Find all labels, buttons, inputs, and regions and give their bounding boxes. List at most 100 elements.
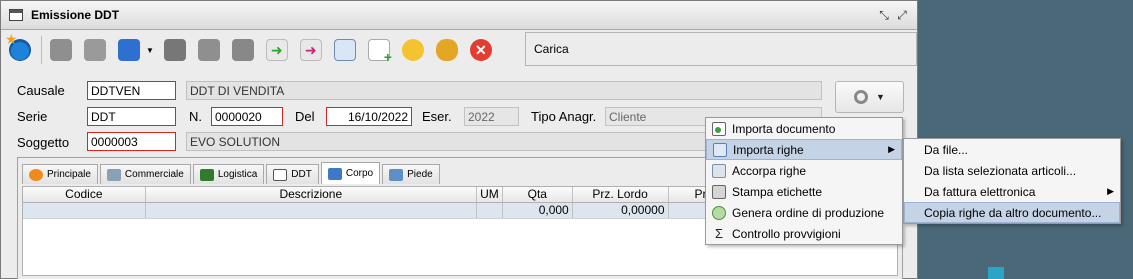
card-button[interactable] (330, 35, 360, 65)
submenu-arrow-icon: ▶ (888, 144, 895, 154)
cell-descrizione[interactable] (146, 203, 477, 218)
menu-item-label: Importa righe (733, 142, 804, 157)
tab-label: Commerciale (124, 169, 184, 180)
esercizio-label: Eser. (422, 109, 452, 124)
menu-item-stampa-etichette[interactable]: Stampa etichette (706, 181, 902, 202)
restore-icon[interactable]: ⤡ (877, 8, 891, 22)
numero-label: N. (189, 109, 202, 124)
tab-label: Principale (47, 169, 91, 180)
tools-icon (106, 168, 121, 181)
serie-field[interactable]: DDT (87, 107, 176, 126)
esercizio-field: 2022 (464, 107, 519, 126)
numero-field[interactable]: 0000020 (211, 107, 283, 126)
serie-label: Serie (17, 109, 48, 124)
delete-button[interactable] (160, 35, 190, 65)
column-header-prz-lordo[interactable]: Prz. Lordo (573, 187, 669, 202)
submenu-item-da-fattura-elettronica[interactable]: Da fattura elettronica ▶ (904, 181, 1120, 202)
column-header-descrizione[interactable]: Descrizione (146, 187, 477, 202)
causale-description-field: DDT DI VENDITA (186, 81, 822, 100)
window-icon (9, 9, 23, 21)
column-header-um[interactable]: UM (477, 187, 503, 202)
data-label: Del (295, 109, 315, 124)
tab-principale[interactable]: Principale (22, 164, 98, 184)
column-header-qta[interactable]: Qta (503, 187, 573, 202)
duplicate-button[interactable] (80, 35, 110, 65)
import-rows-icon (713, 142, 727, 157)
submenu-arrow-icon: ▶ (1107, 186, 1114, 196)
chevron-down-icon: ▼ (876, 92, 885, 102)
payments-button[interactable] (432, 35, 462, 65)
tab-label: Piede (407, 169, 433, 180)
menu-item-genera-ordine-produzione[interactable]: Genera ordine di produzione (706, 202, 902, 223)
submenu-item-label: Da file... (924, 142, 969, 157)
pin-button[interactable] (228, 35, 258, 65)
menu-item-label: Stampa etichette (732, 184, 823, 199)
menu-item-accorpa-righe[interactable]: Accorpa righe (706, 160, 902, 181)
piede-icon (389, 168, 404, 181)
sigma-icon: Σ (714, 225, 724, 241)
submenu-item-da-file[interactable]: Da file... (904, 139, 1120, 160)
title-bar: Emissione DDT ⤡ ⤢ (1, 1, 917, 30)
cell-um[interactable] (477, 203, 503, 218)
menu-item-label: Controllo provvigioni (732, 226, 841, 241)
add-document-button[interactable] (364, 35, 394, 65)
send-button[interactable] (296, 35, 326, 65)
menu-item-label: Genera ordine di produzione (732, 205, 885, 220)
save-disk-icon (118, 39, 140, 61)
soggetto-code-field[interactable]: 0000003 (87, 132, 176, 151)
cell-prz-lordo[interactable]: 0,00000 (573, 203, 669, 218)
export-button[interactable] (262, 35, 292, 65)
tab-label: DDT (291, 169, 312, 180)
tab-logistica[interactable]: Logistica (192, 164, 265, 184)
truck-icon (199, 168, 214, 181)
document-icon (273, 168, 288, 181)
tab-commerciale[interactable]: Commerciale (99, 164, 191, 184)
favorites-button[interactable] (5, 31, 35, 65)
menu-item-label: Accorpa righe (732, 163, 807, 178)
magnifier-folder-icon (401, 39, 424, 61)
favorites-star-icon (5, 31, 31, 61)
maximize-icon[interactable]: ⤢ (895, 8, 909, 22)
actions-menu-button[interactable]: ▼ (835, 81, 904, 113)
save-button[interactable] (114, 35, 144, 65)
id-card-icon (333, 39, 356, 61)
tab-corpo[interactable]: Corpo (320, 162, 381, 184)
submenu-item-label: Da lista selezionata articoli... (924, 163, 1077, 178)
new-document-icon (50, 39, 72, 61)
save-dropdown-caret-icon[interactable]: ▼ (146, 46, 154, 55)
status-text: Carica (525, 32, 917, 66)
import-rows-submenu: Da file... Da lista selezionata articoli… (903, 138, 1121, 224)
tab-label: Logistica (217, 169, 258, 180)
tab-ddt[interactable]: DDT (266, 164, 319, 184)
search-button[interactable] (194, 35, 224, 65)
desktop-icon[interactable] (988, 267, 1004, 279)
submenu-item-da-lista-articoli[interactable]: Da lista selezionata articoli... (904, 160, 1120, 181)
causale-code-field[interactable]: DDTVEN (87, 81, 176, 100)
find-button[interactable] (398, 35, 428, 65)
corpo-icon (327, 167, 342, 180)
submenu-item-label: Da fattura elettronica (924, 184, 1036, 199)
submenu-item-copia-righe[interactable]: Copia righe da altro documento... (904, 202, 1120, 223)
toolbar-separator (41, 36, 42, 64)
menu-item-label: Importa documento (732, 121, 836, 136)
tab-piede[interactable]: Piede (382, 164, 440, 184)
menu-item-importa-documento[interactable]: Importa documento (706, 118, 902, 139)
date-field[interactable]: 16/10/2022 (326, 107, 412, 126)
new-document-button[interactable] (46, 35, 76, 65)
causale-label: Causale (17, 83, 65, 98)
close-button[interactable]: ✕ (466, 35, 496, 65)
production-order-icon (712, 205, 726, 220)
export-arrow-icon (265, 39, 288, 61)
printer-icon (712, 184, 726, 199)
cell-codice[interactable] (23, 203, 146, 218)
menu-item-controllo-provvigioni[interactable]: Σ Controllo provvigioni (706, 223, 902, 244)
column-header-codice[interactable]: Codice (23, 187, 146, 202)
pin-icon (231, 39, 254, 61)
menu-item-importa-righe[interactable]: Importa righe ▶ (706, 139, 902, 160)
window-title: Emissione DDT (31, 8, 120, 22)
coins-icon (435, 39, 458, 61)
merge-rows-icon (712, 163, 726, 178)
tipo-anagrafica-label: Tipo Anagr. (531, 109, 597, 124)
cell-qta[interactable]: 0,000 (503, 203, 573, 218)
submenu-item-label: Copia righe da altro documento... (924, 205, 1102, 220)
